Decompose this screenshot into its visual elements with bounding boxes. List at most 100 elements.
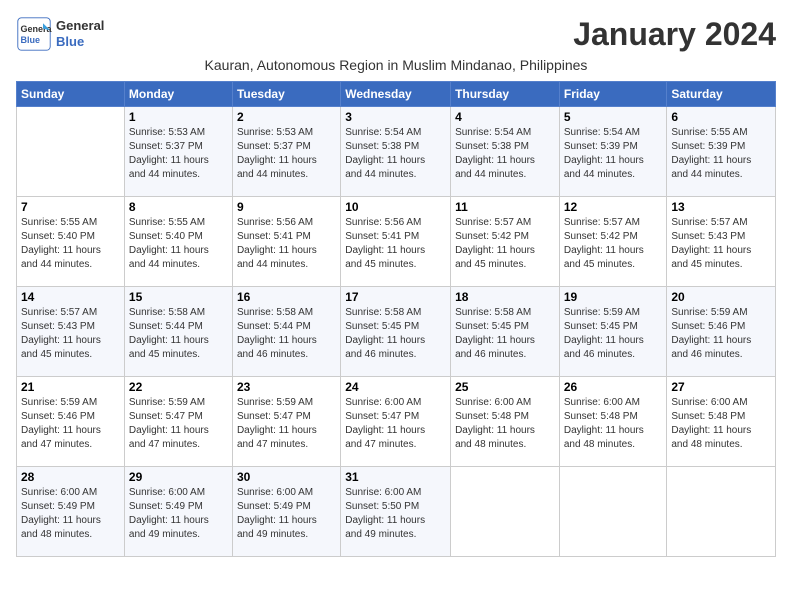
logo-icon: General Blue bbox=[16, 16, 52, 52]
day-header-sunday: Sunday bbox=[17, 82, 125, 107]
day-info: Sunrise: 5:59 AMSunset: 5:47 PMDaylight:… bbox=[237, 396, 336, 452]
day-info: Sunrise: 5:58 AMSunset: 5:44 PMDaylight:… bbox=[129, 306, 228, 362]
month-title: January 2024 bbox=[573, 16, 776, 53]
day-number: 7 bbox=[21, 200, 120, 214]
day-info: Sunrise: 6:00 AMSunset: 5:49 PMDaylight:… bbox=[21, 486, 120, 542]
calendar-week-row: 21 Sunrise: 5:59 AMSunset: 5:46 PMDayligh… bbox=[17, 377, 776, 467]
day-info: Sunrise: 5:54 AMSunset: 5:38 PMDaylight:… bbox=[345, 126, 446, 182]
header-area: General Blue General Blue January 2024 bbox=[16, 16, 776, 53]
day-info: Sunrise: 5:59 AMSunset: 5:47 PMDaylight:… bbox=[129, 396, 228, 452]
day-number: 22 bbox=[129, 380, 228, 394]
day-number: 10 bbox=[345, 200, 446, 214]
calendar-cell: 21 Sunrise: 5:59 AMSunset: 5:46 PMDayligh… bbox=[17, 377, 125, 467]
day-number: 16 bbox=[237, 290, 336, 304]
day-number: 31 bbox=[345, 470, 446, 484]
day-number: 8 bbox=[129, 200, 228, 214]
day-number: 2 bbox=[237, 110, 336, 124]
day-info: Sunrise: 5:57 AMSunset: 5:42 PMDaylight:… bbox=[564, 216, 663, 272]
day-info: Sunrise: 5:53 AMSunset: 5:37 PMDaylight:… bbox=[237, 126, 336, 182]
day-info: Sunrise: 6:00 AMSunset: 5:47 PMDaylight:… bbox=[345, 396, 446, 452]
calendar-cell: 19 Sunrise: 5:59 AMSunset: 5:45 PMDayligh… bbox=[559, 287, 667, 377]
calendar-cell bbox=[17, 107, 125, 197]
day-number: 12 bbox=[564, 200, 663, 214]
calendar-cell: 2 Sunrise: 5:53 AMSunset: 5:37 PMDaylight… bbox=[232, 107, 340, 197]
calendar-cell: 6 Sunrise: 5:55 AMSunset: 5:39 PMDaylight… bbox=[667, 107, 776, 197]
day-info: Sunrise: 5:56 AMSunset: 5:41 PMDaylight:… bbox=[237, 216, 336, 272]
calendar-cell: 25Sunrise: 6:00 AMSunset: 5:48 PMDayligh… bbox=[451, 377, 560, 467]
day-info: Sunrise: 6:00 AMSunset: 5:49 PMDaylight:… bbox=[129, 486, 228, 542]
day-info: Sunrise: 6:00 AMSunset: 5:50 PMDaylight:… bbox=[345, 486, 446, 542]
calendar-cell: 10 Sunrise: 5:56 AMSunset: 5:41 PMDayligh… bbox=[341, 197, 451, 287]
day-info: Sunrise: 5:59 AMSunset: 5:46 PMDaylight:… bbox=[671, 306, 771, 362]
calendar-cell: 16 Sunrise: 5:58 AMSunset: 5:44 PMDayligh… bbox=[232, 287, 340, 377]
day-info: Sunrise: 5:53 AMSunset: 5:37 PMDaylight:… bbox=[129, 126, 228, 182]
calendar-cell: 7Sunrise: 5:55 AMSunset: 5:40 PMDaylight… bbox=[17, 197, 125, 287]
calendar-cell: 24 Sunrise: 6:00 AMSunset: 5:47 PMDayligh… bbox=[341, 377, 451, 467]
day-number: 1 bbox=[129, 110, 228, 124]
day-info: Sunrise: 5:55 AMSunset: 5:40 PMDaylight:… bbox=[129, 216, 228, 272]
calendar-cell: 13Sunrise: 5:57 AMSunset: 5:43 PMDayligh… bbox=[667, 197, 776, 287]
day-number: 27 bbox=[671, 380, 771, 394]
day-info: Sunrise: 5:57 AMSunset: 5:43 PMDaylight:… bbox=[21, 306, 120, 362]
calendar-cell bbox=[559, 467, 667, 557]
logo: General Blue General Blue bbox=[16, 16, 104, 52]
day-number: 5 bbox=[564, 110, 663, 124]
calendar-week-row: 28 Sunrise: 6:00 AMSunset: 5:49 PMDayligh… bbox=[17, 467, 776, 557]
calendar-table: SundayMondayTuesdayWednesdayThursdayFrid… bbox=[16, 81, 776, 557]
calendar-week-row: 1 Sunrise: 5:53 AMSunset: 5:37 PMDaylight… bbox=[17, 107, 776, 197]
day-number: 21 bbox=[21, 380, 120, 394]
calendar-cell: 1 Sunrise: 5:53 AMSunset: 5:37 PMDaylight… bbox=[124, 107, 232, 197]
svg-text:Blue: Blue bbox=[21, 35, 41, 45]
calendar-subtitle: Kauran, Autonomous Region in Muslim Mind… bbox=[16, 57, 776, 73]
day-number: 3 bbox=[345, 110, 446, 124]
day-number: 29 bbox=[129, 470, 228, 484]
day-number: 6 bbox=[671, 110, 771, 124]
calendar-cell: 29 Sunrise: 6:00 AMSunset: 5:49 PMDayligh… bbox=[124, 467, 232, 557]
day-info: Sunrise: 6:00 AMSunset: 5:48 PMDaylight:… bbox=[564, 396, 663, 452]
calendar-body: 1 Sunrise: 5:53 AMSunset: 5:37 PMDaylight… bbox=[17, 107, 776, 557]
day-number: 26 bbox=[564, 380, 663, 394]
calendar-cell bbox=[667, 467, 776, 557]
day-number: 9 bbox=[237, 200, 336, 214]
calendar-cell: 28 Sunrise: 6:00 AMSunset: 5:49 PMDayligh… bbox=[17, 467, 125, 557]
calendar-cell: 23 Sunrise: 5:59 AMSunset: 5:47 PMDayligh… bbox=[232, 377, 340, 467]
day-number: 18 bbox=[455, 290, 555, 304]
day-info: Sunrise: 5:54 AMSunset: 5:39 PMDaylight:… bbox=[564, 126, 663, 182]
calendar-cell: 20Sunrise: 5:59 AMSunset: 5:46 PMDayligh… bbox=[667, 287, 776, 377]
day-info: Sunrise: 5:58 AMSunset: 5:45 PMDaylight:… bbox=[345, 306, 446, 362]
day-number: 4 bbox=[455, 110, 555, 124]
calendar-cell: 4Sunrise: 5:54 AMSunset: 5:38 PMDaylight… bbox=[451, 107, 560, 197]
day-info: Sunrise: 5:55 AMSunset: 5:39 PMDaylight:… bbox=[671, 126, 771, 182]
day-header-tuesday: Tuesday bbox=[232, 82, 340, 107]
day-info: Sunrise: 5:56 AMSunset: 5:41 PMDaylight:… bbox=[345, 216, 446, 272]
day-header-saturday: Saturday bbox=[667, 82, 776, 107]
calendar-cell: 26 Sunrise: 6:00 AMSunset: 5:48 PMDayligh… bbox=[559, 377, 667, 467]
calendar-cell: 12 Sunrise: 5:57 AMSunset: 5:42 PMDayligh… bbox=[559, 197, 667, 287]
day-number: 15 bbox=[129, 290, 228, 304]
day-info: Sunrise: 5:58 AMSunset: 5:44 PMDaylight:… bbox=[237, 306, 336, 362]
calendar-cell: 27 Sunrise: 6:00 AMSunset: 5:48 PMDayligh… bbox=[667, 377, 776, 467]
day-info: Sunrise: 6:00 AMSunset: 5:48 PMDaylight:… bbox=[671, 396, 771, 452]
day-info: Sunrise: 5:59 AMSunset: 5:45 PMDaylight:… bbox=[564, 306, 663, 362]
day-info: Sunrise: 6:00 AMSunset: 5:49 PMDaylight:… bbox=[237, 486, 336, 542]
calendar-cell: 30Sunrise: 6:00 AMSunset: 5:49 PMDayligh… bbox=[232, 467, 340, 557]
days-header-row: SundayMondayTuesdayWednesdayThursdayFrid… bbox=[17, 82, 776, 107]
day-number: 24 bbox=[345, 380, 446, 394]
day-info: Sunrise: 5:58 AMSunset: 5:45 PMDaylight:… bbox=[455, 306, 555, 362]
day-header-friday: Friday bbox=[559, 82, 667, 107]
calendar-week-row: 7 Sunrise: 5:55 AMSunset: 5:40 PMDaylight… bbox=[17, 197, 776, 287]
day-info: Sunrise: 5:57 AMSunset: 5:43 PMDaylight:… bbox=[671, 216, 771, 272]
day-number: 11 bbox=[455, 200, 555, 214]
day-number: 28 bbox=[21, 470, 120, 484]
day-number: 14 bbox=[21, 290, 120, 304]
calendar-week-row: 14 Sunrise: 5:57 AMSunset: 5:43 PMDayligh… bbox=[17, 287, 776, 377]
calendar-cell: 15 Sunrise: 5:58 AMSunset: 5:44 PMDayligh… bbox=[124, 287, 232, 377]
day-number: 19 bbox=[564, 290, 663, 304]
calendar-cell: 9 Sunrise: 5:56 AMSunset: 5:41 PMDaylight… bbox=[232, 197, 340, 287]
calendar-cell: 18 Sunrise: 5:58 AMSunset: 5:45 PMDayligh… bbox=[451, 287, 560, 377]
day-number: 23 bbox=[237, 380, 336, 394]
day-info: Sunrise: 5:59 AMSunset: 5:46 PMDaylight:… bbox=[21, 396, 120, 452]
calendar-cell: 17Sunrise: 5:58 AMSunset: 5:45 PMDayligh… bbox=[341, 287, 451, 377]
day-header-monday: Monday bbox=[124, 82, 232, 107]
calendar-cell: 3 Sunrise: 5:54 AMSunset: 5:38 PMDaylight… bbox=[341, 107, 451, 197]
